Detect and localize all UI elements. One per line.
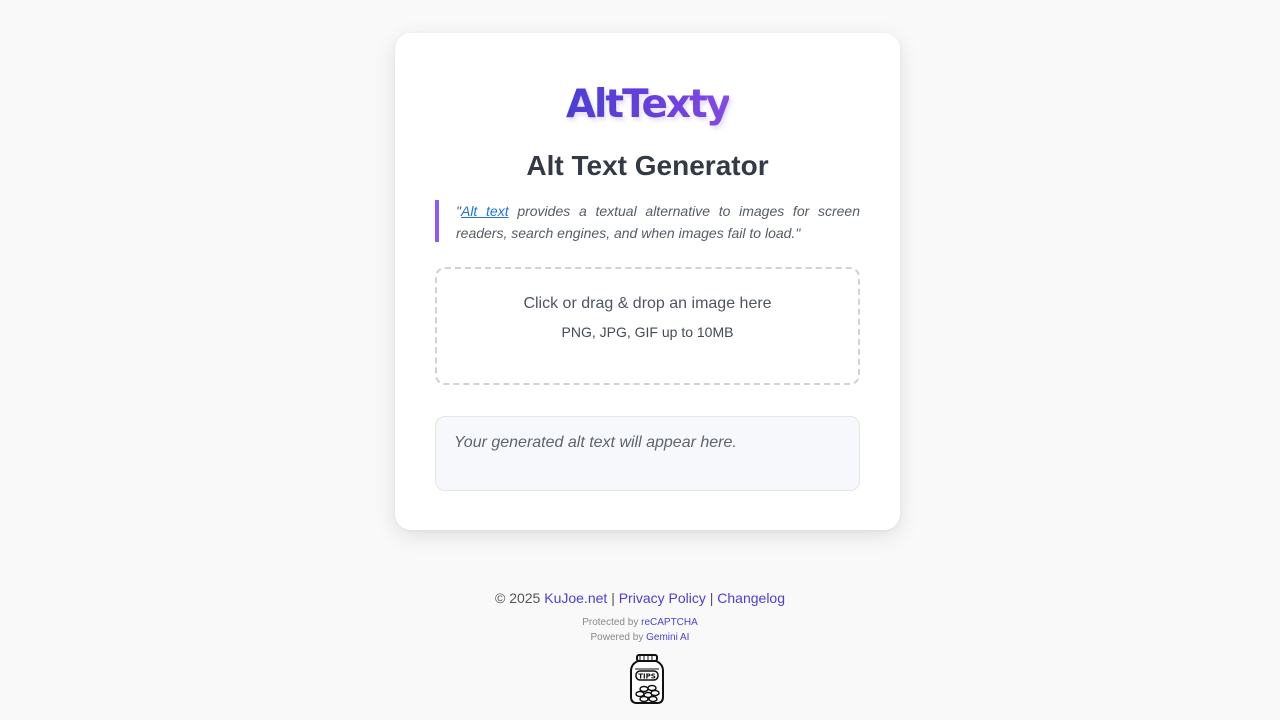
- alt-text-output: Your generated alt text will appear here…: [435, 416, 860, 491]
- privacy-policy-link[interactable]: Privacy Policy: [619, 590, 706, 606]
- footer-links: © 2025 KuJoe.net | Privacy Policy | Chan…: [0, 588, 1280, 608]
- dropzone-file-types: PNG, JPG, GIF up to 10MB: [561, 324, 734, 340]
- protected-by-text: Protected by: [582, 617, 639, 628]
- recaptcha-link[interactable]: reCAPTCHA: [641, 617, 698, 628]
- footer-separator: |: [611, 590, 615, 606]
- recaptcha-notice: Protected by reCAPTCHA: [0, 615, 1280, 630]
- tips-jar-icon[interactable]: TIPS: [627, 653, 667, 705]
- logo-text: AltTexty: [565, 82, 731, 127]
- page-title: Alt Text Generator: [526, 150, 769, 181]
- copyright-text: © 2025: [494, 590, 541, 606]
- kujoe-link[interactable]: KuJoe.net: [544, 590, 607, 606]
- alt-text-link[interactable]: Alt text: [461, 203, 509, 219]
- logo: AltTexty: [395, 80, 900, 130]
- image-dropzone[interactable]: Click or drag & drop an image here PNG, …: [435, 267, 860, 385]
- tips-jar-label: TIPS: [638, 673, 656, 681]
- tips-jar-graphic: TIPS: [630, 654, 664, 704]
- gemini-link[interactable]: Gemini AI: [646, 632, 689, 643]
- alt-text-output-placeholder: Your generated alt text will appear here…: [454, 434, 737, 451]
- alt-text-quote: "Alt text provides a textual alternative…: [435, 200, 860, 242]
- footer: © 2025 KuJoe.net | Privacy Policy | Chan…: [0, 588, 1280, 645]
- main-card: AltTexty Alt Text Generator "Alt text pr…: [395, 33, 900, 530]
- quote-text: provides a textual alternative to images…: [456, 203, 861, 241]
- powered-by-notice: Powered by Gemini AI: [0, 630, 1280, 645]
- dropzone-instructions: Click or drag & drop an image here: [523, 295, 772, 312]
- powered-by-text: Powered by: [590, 632, 644, 643]
- changelog-link[interactable]: Changelog: [717, 590, 785, 606]
- footer-separator: |: [709, 590, 714, 606]
